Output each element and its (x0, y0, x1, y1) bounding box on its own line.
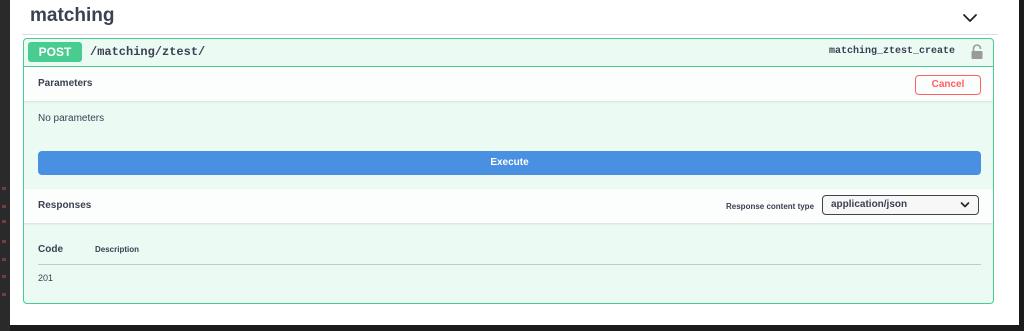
tag-title[interactable]: matching (30, 5, 114, 27)
edge-marker (2, 293, 6, 296)
operation-block-post: POST /matching/ztest/ matching_ztest_cre… (23, 38, 994, 304)
response-content-type-select[interactable]: application/json (822, 195, 979, 215)
edge-marker (2, 240, 6, 243)
edge-marker (2, 258, 6, 261)
column-header-code: Code (38, 244, 63, 255)
operation-id: matching_ztest_create (828, 46, 955, 57)
operation-path: /matching/ztest/ (90, 45, 206, 59)
content-type-value: application/json (831, 199, 908, 210)
tag-divider (22, 34, 998, 35)
no-parameters-text: No parameters (38, 113, 105, 124)
operation-summary[interactable]: POST /matching/ztest/ matching_ztest_cre… (24, 39, 993, 67)
responses-header: Responses Response content type applicat… (24, 189, 993, 223)
table-divider (38, 264, 981, 265)
edge-marker (2, 205, 6, 208)
swagger-page: matching POST /matching/ztest/ matching_… (10, 0, 1019, 325)
response-code: 201 (38, 273, 54, 283)
parameters-title: Parameters (38, 78, 93, 89)
lock-icon[interactable] (970, 44, 984, 60)
edge-marker (2, 187, 6, 190)
chevron-down-icon (960, 202, 970, 208)
responses-title: Responses (38, 200, 92, 211)
execute-button[interactable]: Execute (38, 151, 981, 175)
column-header-description: Description (95, 245, 140, 254)
method-badge: POST (28, 42, 82, 62)
response-content-type-label: Response content type (726, 202, 815, 211)
left-edge-strip (0, 0, 10, 331)
parameters-header: Parameters Cancel (24, 67, 993, 101)
tag-section-header[interactable]: matching (10, 0, 1019, 36)
edge-marker (2, 275, 6, 278)
chevron-down-icon[interactable] (961, 9, 979, 27)
cancel-button[interactable]: Cancel (915, 75, 981, 95)
edge-marker (2, 220, 6, 223)
